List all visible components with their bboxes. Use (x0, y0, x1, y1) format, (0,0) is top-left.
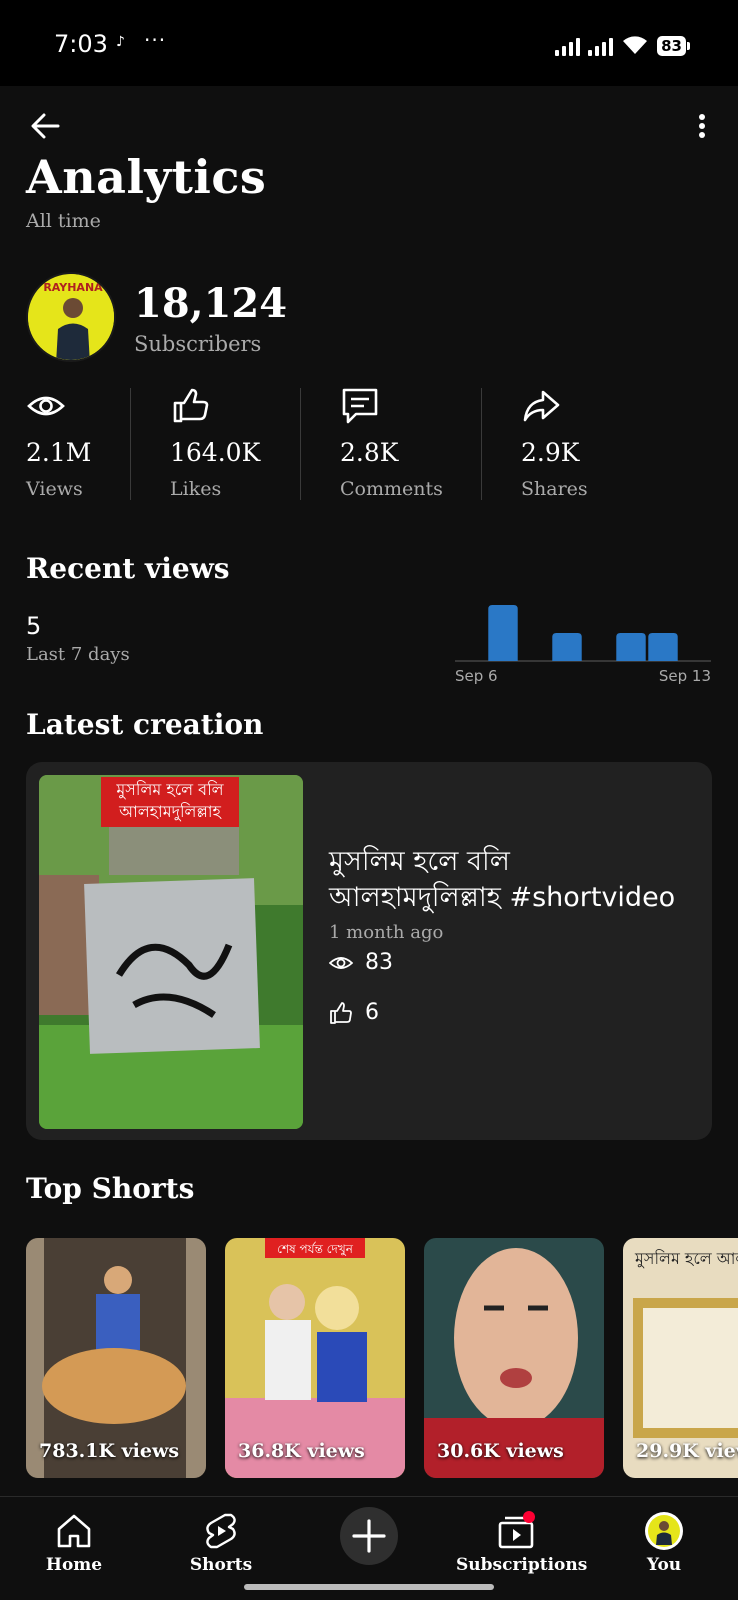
eye-icon (27, 396, 65, 416)
metric-value: 2.1M (26, 438, 92, 467)
shorts-icon (206, 1513, 236, 1549)
nav-you[interactable]: You (604, 1511, 724, 1575)
short-overlay-text: মুসলিম হলে আলহামদু (634, 1249, 738, 1268)
metric-label: Comments (340, 478, 443, 500)
video-views-value: 83 (365, 950, 393, 975)
video-title[interactable]: মুসলিম হলে বলি আলহামদুলিল্লাহ #shortvide… (329, 844, 689, 916)
short-views: 29.9K views (636, 1440, 738, 1462)
recent-views-period: Last 7 days (26, 644, 130, 665)
short-views: 783.1K views (39, 1440, 180, 1462)
chart-start-label: Sep 6 (455, 667, 498, 685)
nav-subscriptions-label: Subscriptions (456, 1555, 588, 1575)
short-views: 36.8K views (238, 1440, 365, 1462)
more-vert-icon (699, 114, 705, 138)
subscriptions-icon (498, 1511, 535, 1549)
signal-icon-2 (588, 36, 614, 56)
metric-comments: 2.8K Comments (340, 386, 443, 500)
avatar-text: RAYHANA (43, 281, 103, 294)
latest-creation-card[interactable]: মুসলিম হলে বলি আলহামদুলিল্লাহ মুসলিম হলে… (26, 762, 712, 1140)
video-likes: 6 (329, 1000, 379, 1025)
short-overlay-text: শেষ পর্যন্ত দেখুন (277, 1242, 354, 1257)
metric-views: 2.1M Views (26, 386, 91, 500)
nav-subscriptions[interactable]: Subscriptions (456, 1511, 588, 1575)
divider (300, 388, 301, 500)
wifi-icon (623, 36, 648, 54)
page-title: Analytics (26, 150, 267, 204)
nav-you-label: You (646, 1555, 682, 1575)
top-shorts-title: Top Shorts (26, 1172, 195, 1205)
video-views: 83 (329, 950, 393, 975)
nav-shorts[interactable]: Shorts (161, 1511, 281, 1575)
more-notifications-icon: ··· (144, 28, 167, 52)
share-icon (523, 390, 560, 422)
top-shorts-carousel[interactable]: 783.1K views শেষ পর্যন্ত দেখুন 36.8K vie… (26, 1238, 738, 1478)
you-avatar-icon (645, 1512, 683, 1550)
video-likes-value: 6 (365, 1000, 379, 1025)
create-button[interactable] (340, 1507, 398, 1565)
status-time: 7:03 (54, 30, 108, 58)
video-time: 1 month ago (329, 922, 444, 943)
thumbnail-image: মুসলিম হলে বলি আলহামদুলিল্লাহ (39, 775, 303, 1129)
recent-views-chart[interactable]: Sep 6 Sep 13 (455, 596, 711, 686)
chart-bar-sep-11[interactable] (616, 633, 646, 661)
subscriber-label: Subscribers (134, 332, 262, 356)
video-thumbnail[interactable]: মুসলিম হলে বলি আলহামদুলিল্লাহ (39, 775, 303, 1129)
chart-bar-sep-7[interactable] (488, 605, 518, 661)
short-card[interactable]: শেষ পর্যন্ত দেখুন 36.8K views (225, 1238, 405, 1478)
thumbs-up-icon (173, 388, 209, 423)
divider (130, 388, 131, 500)
metric-value: 2.9K (521, 438, 580, 467)
home-indicator (244, 1584, 494, 1590)
metric-value: 164.0K (170, 438, 261, 467)
recent-views-count: 5 (26, 612, 42, 640)
chart-end-label: Sep 13 (659, 667, 711, 685)
short-card[interactable]: 783.1K views (26, 1238, 206, 1478)
nav-home-label: Home (45, 1555, 103, 1575)
metric-label: Likes (170, 478, 222, 500)
metric-shares: 2.9K Shares (521, 386, 588, 500)
metric-value: 2.8K (340, 438, 399, 467)
battery-icon: 83 (657, 36, 690, 56)
latest-creation-title: Latest creation (26, 708, 264, 741)
tiktok-notification-icon: ♪ (116, 34, 125, 50)
short-card[interactable]: 30.6K views (424, 1238, 604, 1478)
back-button[interactable] (26, 106, 66, 146)
eye-icon (329, 956, 353, 969)
plus-icon (352, 1519, 386, 1553)
short-views: 30.6K views (437, 1440, 564, 1462)
home-icon (57, 1514, 91, 1548)
chart-bar-sep-12[interactable] (648, 633, 678, 661)
arrow-left-icon (31, 113, 60, 139)
metric-label: Views (26, 478, 83, 500)
recent-views-title: Recent views (26, 552, 230, 585)
metric-likes: 164.0K Likes (170, 386, 260, 500)
nav-shorts-label: Shorts (189, 1555, 253, 1575)
status-bar: 7:03 ♪ ··· 83 (0, 0, 738, 86)
thumbs-up-icon (330, 1001, 352, 1024)
comment-icon (342, 388, 378, 424)
page-subtitle: All time (26, 210, 101, 232)
metric-label: Shares (521, 478, 588, 500)
divider (481, 388, 482, 500)
nav-home[interactable]: Home (14, 1511, 134, 1575)
more-options-button[interactable] (690, 106, 714, 146)
subscriber-count: 18,124 (134, 280, 288, 327)
channel-avatar[interactable]: RAYHANA (26, 272, 116, 362)
chart-bar-sep-9[interactable] (552, 633, 582, 661)
short-card[interactable]: মুসলিম হলে আলহামদু 29.9K views (623, 1238, 738, 1478)
avatar-image: RAYHANA (28, 274, 114, 360)
thumbnail-caption: মুসলিম হলে বলি আলহামদুলিল্লাহ (116, 780, 224, 821)
signal-icon (555, 36, 581, 56)
